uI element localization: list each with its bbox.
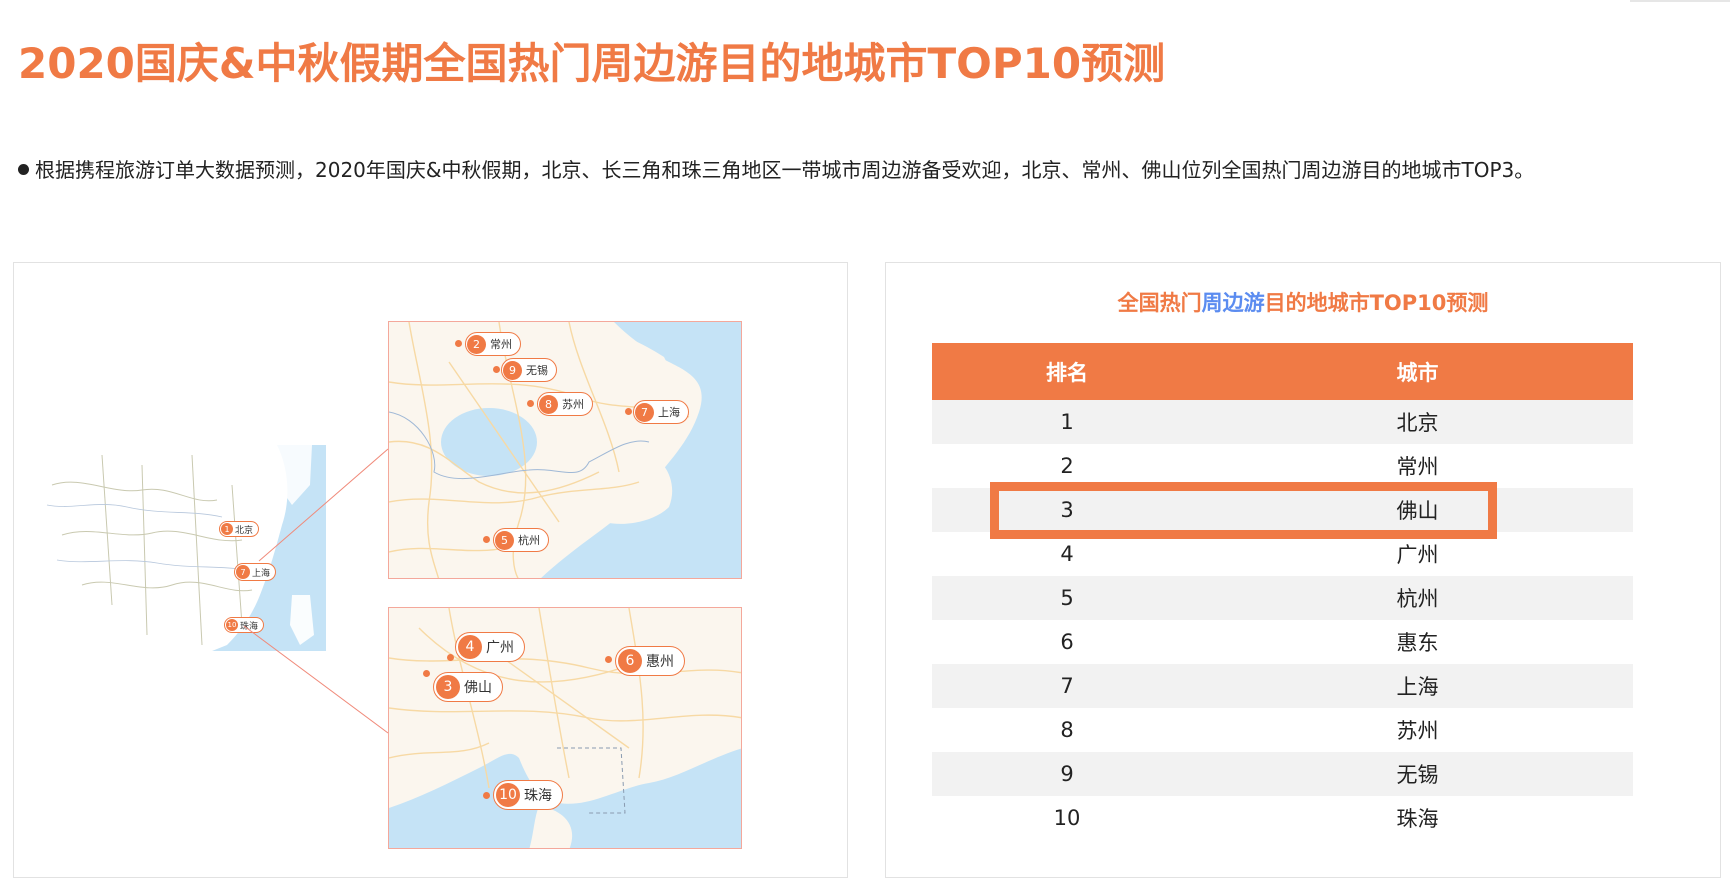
table-title: 全国热门周边游目的地城市TOP10预测	[886, 287, 1720, 317]
marker-label: 常州	[490, 338, 512, 351]
ranking-table-panel: 全国热门周边游目的地城市TOP10预测 排名 城市 1 北京 2 常州 3 佛山 4 广…	[885, 262, 1721, 878]
china-marker-beijing[interactable]: 1 北京	[219, 521, 260, 537]
table-row: 9 无锡	[932, 752, 1633, 796]
china-marker-zhuhai[interactable]: 10 珠海	[224, 617, 265, 633]
marker-label: 珠海	[240, 621, 259, 632]
table-row: 2 常州	[932, 444, 1633, 488]
city-point-hangzhou	[483, 536, 490, 543]
inset-marker-guangzhou[interactable]: 4 广州	[455, 632, 525, 662]
rank-cell: 8	[1060, 718, 1074, 742]
table-row: 7 上海	[932, 664, 1633, 708]
city-cell: 北京	[1202, 400, 1633, 444]
inset-marker-suzhou[interactable]: 8 苏州	[537, 392, 593, 416]
marker-label: 北京	[235, 525, 254, 536]
city-point-zhuhai	[483, 792, 490, 799]
rank-badge: 10	[496, 783, 520, 807]
top-right-divider	[1630, 0, 1730, 2]
rank-badge: 8	[539, 394, 558, 414]
table-row: 3 佛山	[932, 488, 1633, 532]
marker-label: 上海	[658, 406, 680, 419]
china-marker-shanghai[interactable]: 7 上海	[234, 563, 277, 581]
rank-cell: 3	[932, 488, 1202, 532]
marker-label: 广州	[486, 640, 514, 656]
table-title-highlight: 周边游	[1201, 291, 1265, 315]
page-title: 2020国庆&中秋假期全国热门周边游目的地城市TOP10预测	[18, 39, 1166, 88]
summary-text: 根据携程旅游订单大数据预测，2020年国庆&中秋假期，北京、长三角和珠三角地区一…	[18, 154, 1534, 183]
marker-label: 上海	[252, 568, 271, 579]
pearl-delta-inset-map: 4 广州 6 惠州 3 佛山 10 珠海	[388, 607, 742, 849]
china-overview-map	[42, 445, 326, 651]
rank-badge: 3	[436, 675, 460, 699]
table-row: 4 广州	[932, 532, 1633, 576]
yangtze-delta-base-map	[389, 322, 741, 578]
city-cell: 佛山	[1202, 488, 1633, 532]
rank-cell: 7	[932, 664, 1202, 708]
table-row: 8 苏州	[932, 708, 1633, 752]
rank-cell: 5	[932, 576, 1202, 620]
rank-badge: 1	[221, 523, 233, 535]
column-header-city: 城市	[1202, 343, 1633, 400]
bullet-icon	[18, 164, 29, 175]
rank-badge: 7	[236, 565, 250, 579]
table-title-part1: 全国热门	[1117, 291, 1202, 315]
city-point-changzhou	[455, 340, 462, 347]
rank-badge: 10	[226, 619, 238, 631]
inset-marker-zhuhai[interactable]: 10 珠海	[493, 780, 563, 810]
rank-badge: 6	[618, 649, 642, 673]
inset-marker-shanghai[interactable]: 7 上海	[633, 400, 689, 424]
rank-cell: 4	[1060, 542, 1074, 566]
marker-label: 惠州	[646, 654, 674, 670]
city-point-suzhou	[527, 400, 534, 407]
table-header-row: 排名 城市	[932, 343, 1633, 400]
marker-label: 苏州	[562, 398, 584, 411]
inset-marker-changzhou[interactable]: 2 常州	[465, 332, 521, 356]
inset-marker-wuxi[interactable]: 9 无锡	[501, 358, 557, 382]
rank-badge: 4	[458, 635, 482, 659]
table-row: 6 惠东	[932, 620, 1633, 664]
yangtze-delta-inset-map: 2 常州 9 无锡 8 苏州 7 上海 5 杭州	[388, 321, 742, 579]
city-point-huizhou	[605, 656, 612, 663]
rank-cell: 10	[1053, 806, 1081, 830]
pearl-delta-base-map	[389, 608, 741, 848]
rank-cell: 9	[932, 752, 1202, 796]
city-cell: 珠海	[1396, 807, 1439, 831]
city-point-shanghai	[625, 408, 632, 415]
ranking-table: 排名 城市 1 北京 2 常州 3 佛山 4 广州 5 杭州 6 惠东 7 上海 8 苏州 9无…	[932, 343, 1633, 840]
marker-label: 杭州	[518, 534, 540, 547]
rank-badge: 2	[467, 334, 486, 354]
inset-marker-hangzhou[interactable]: 5 杭州	[493, 528, 549, 552]
summary-body: 根据携程旅游订单大数据预测，2020年国庆&中秋假期，北京、长三角和珠三角地区一…	[35, 158, 1535, 182]
city-cell: 常州	[1396, 455, 1439, 479]
table-row: 5 杭州	[932, 576, 1633, 620]
rank-cell: 2	[1060, 454, 1074, 478]
rank-badge: 9	[503, 360, 522, 380]
city-point-wuxi	[493, 366, 500, 373]
rank-cell: 1	[932, 400, 1202, 444]
city-cell: 苏州	[1396, 719, 1439, 743]
inset-marker-foshan[interactable]: 3 佛山	[433, 672, 503, 702]
rank-cell: 6	[1060, 630, 1074, 654]
inset-marker-huizhou[interactable]: 6 惠州	[615, 646, 685, 676]
marker-label: 佛山	[464, 680, 492, 696]
table-row: 10 珠海	[932, 796, 1633, 840]
city-point-guangzhou	[447, 654, 454, 661]
city-cell: 上海	[1202, 664, 1633, 708]
marker-label: 珠海	[524, 788, 552, 804]
column-header-rank: 排名	[932, 343, 1202, 400]
city-cell: 广州	[1396, 543, 1439, 567]
marker-label: 无锡	[526, 364, 548, 377]
city-cell: 无锡	[1202, 752, 1633, 796]
table-row: 1 北京	[932, 400, 1633, 444]
city-point-foshan	[423, 670, 430, 677]
city-cell: 惠东	[1396, 631, 1439, 655]
city-cell: 杭州	[1202, 576, 1633, 620]
rank-badge: 5	[495, 530, 514, 550]
rank-badge: 7	[635, 402, 654, 422]
table-title-part3: 目的地城市TOP10预测	[1264, 291, 1489, 315]
map-panel: 1 北京 7 上海 10 珠海 2 常州 9 无锡 8 苏州 7 上海 5 杭州…	[13, 262, 848, 878]
